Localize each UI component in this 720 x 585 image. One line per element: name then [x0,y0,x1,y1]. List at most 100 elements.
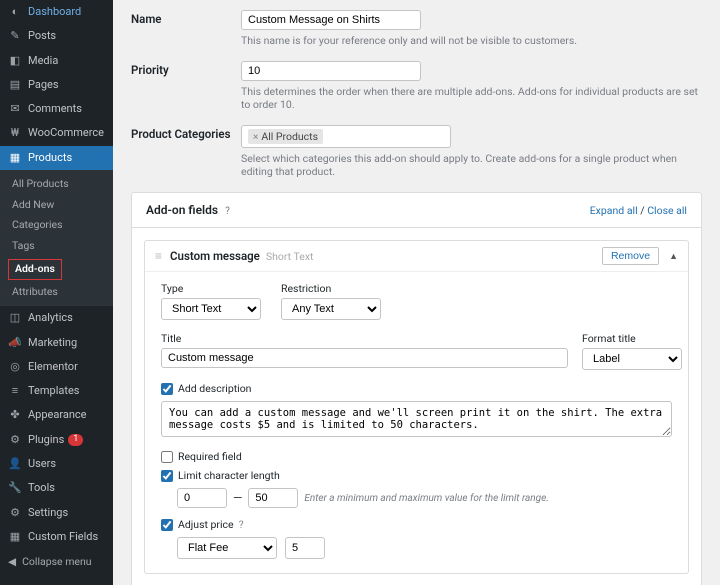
sidebar-item-posts[interactable]: ✎ Posts [0,24,113,48]
sidebar-item-appearance[interactable]: ✤Appearance [0,403,113,427]
sidebar-item-label: Elementor [28,360,78,374]
remove-tag-icon[interactable]: × [253,132,258,143]
sidebar-item-elementor[interactable]: ◎ Elementor [0,355,113,379]
category-tag[interactable]: ×All Products [248,129,323,144]
sidebar-item-marketing[interactable]: 📣Marketing [0,331,113,355]
add-description-label: Add description [178,382,252,395]
addon-type-hint: Short Text [266,250,314,263]
sidebar-item-label: Settings [28,506,68,520]
plugin-update-badge: 1 [68,434,83,446]
sidebar-item-label: Users [28,457,56,471]
sidebar-item-dashboard[interactable]: ◐ Dashboard [0,0,113,24]
sidebar-item-label: Products [28,151,72,165]
sidebar-item-label: Analytics [28,311,73,325]
pages-icon: ▤ [8,78,22,92]
format-title-label: Format title [582,332,672,345]
settings-icon: ⚙ [8,506,22,520]
plugins-icon: ⚙ [8,433,22,447]
sidebar-item-products[interactable]: ▦ Products [0,146,113,170]
comments-icon: ✉ [8,102,22,116]
limit-dash: — [233,491,242,505]
sidebar-item-label: Pages [28,78,59,92]
sidebar-subitem-categories[interactable]: Categories [0,215,113,236]
sidebar-item-label: Dashboard [28,5,81,19]
sidebar-item-analytics[interactable]: ◫ Analytics [0,306,113,330]
custom-fields-icon: ▦ [8,530,22,544]
fee-type-select[interactable]: Flat Fee [177,537,277,559]
limit-length-label: Limit character length [178,469,280,482]
collapse-icon: ◀ [8,555,16,568]
products-icon: ▦ [8,151,22,165]
limit-max-input[interactable] [248,488,298,508]
media-icon: ◧ [8,54,22,68]
sidebar-item-plugins[interactable]: ⚙Plugins1 [0,428,113,452]
sidebar-subitem-add-ons[interactable]: Add-ons [8,259,62,280]
adjust-price-checkbox[interactable] [161,519,173,531]
format-title-select[interactable]: Label [582,348,682,370]
addon-card: ≡ Custom message Short Text Remove ▲ Typ… [144,240,689,574]
analytics-icon: ◫ [8,311,22,325]
priority-description: This determines the order when there are… [241,85,702,111]
categories-label: Product Categories [131,125,241,178]
close-all-link[interactable]: Close all [647,204,687,217]
dashboard-icon: ◐ [8,5,22,19]
sidebar-item-pages[interactable]: ▤ Pages [0,73,113,97]
sidebar-item-woocommerce[interactable]: ₩ WooCommerce [0,121,113,145]
sidebar-item-label: Custom Fields [28,530,98,544]
posts-icon: ✎ [8,29,22,43]
collapse-addon-icon[interactable]: ▲ [669,251,678,262]
admin-sidebar: ◐ Dashboard ✎ Posts ◧ Media ▤ Pages ✉ Comment… [0,0,113,585]
sidebar-subitem-attributes[interactable]: Attributes [0,282,113,303]
fee-value-input[interactable] [285,537,325,559]
limit-hint: Enter a minimum and maximum value for th… [304,493,548,504]
required-field-label: Required field [178,450,242,463]
sidebar-item-label: Comments [28,102,82,116]
categories-field[interactable]: ×All Products [241,125,451,148]
required-field-checkbox[interactable] [161,451,173,463]
priority-input[interactable] [241,61,421,81]
adjust-price-label: Adjust price [178,518,234,531]
sidebar-item-templates[interactable]: ≡Templates [0,379,113,403]
marketing-icon: 📣 [8,336,22,350]
sidebar-item-label: Media [28,54,58,68]
title-label: Title [161,332,568,345]
restriction-select[interactable]: Any Text [281,298,381,320]
sidebar-item-users[interactable]: 👤Users [0,452,113,476]
sidebar-subitem-add-new[interactable]: Add New [0,195,113,216]
panel-title: Add-on fields [146,203,218,217]
sidebar-subitem-tags[interactable]: Tags [0,236,113,257]
sidebar-item-label: WooCommerce [28,126,104,140]
adjust-price-help-icon[interactable]: ? [239,518,244,531]
sidebar-item-label: Posts [28,29,56,43]
remove-addon-button[interactable]: Remove [602,247,659,265]
help-icon[interactable]: ? [225,206,230,217]
restriction-label: Restriction [281,282,381,295]
title-input[interactable] [161,348,568,368]
limit-min-input[interactable] [177,488,227,508]
addon-card-header: ≡ Custom message Short Text Remove ▲ [145,241,688,272]
description-textarea[interactable]: You can add a custom message and we'll s… [161,401,672,437]
limit-length-checkbox[interactable] [161,470,173,482]
name-input[interactable] [241,10,421,30]
sidebar-item-custom-fields[interactable]: ▦ Custom Fields [0,525,113,549]
sidebar-item-media[interactable]: ◧ Media [0,49,113,73]
expand-all-link[interactable]: Expand all [590,204,638,217]
sidebar-item-settings[interactable]: ⚙ Settings [0,501,113,525]
elementor-icon: ◎ [8,360,22,374]
woocommerce-icon: ₩ [8,127,22,141]
sidebar-item-comments[interactable]: ✉ Comments [0,97,113,121]
products-submenu: All Products Add New Categories Tags Add… [0,170,113,306]
collapse-menu-button[interactable]: ◀Collapse menu [0,549,113,574]
type-select[interactable]: Short Text [161,298,261,320]
name-label: Name [131,10,241,47]
sidebar-subitem-all-products[interactable]: All Products [0,174,113,195]
sidebar-item-label: Appearance [28,408,87,422]
add-description-checkbox[interactable] [161,383,173,395]
category-tag-label: All Products [261,130,318,143]
type-label: Type [161,282,261,295]
drag-handle-icon[interactable]: ≡ [155,249,162,263]
sidebar-item-tools[interactable]: 🔧Tools [0,476,113,500]
sidebar-item-label: Templates [28,384,79,398]
name-description: This name is for your reference only and… [241,34,702,47]
addon-fields-panel: Add-on fields ? Expand all / Close all ≡… [131,192,702,585]
